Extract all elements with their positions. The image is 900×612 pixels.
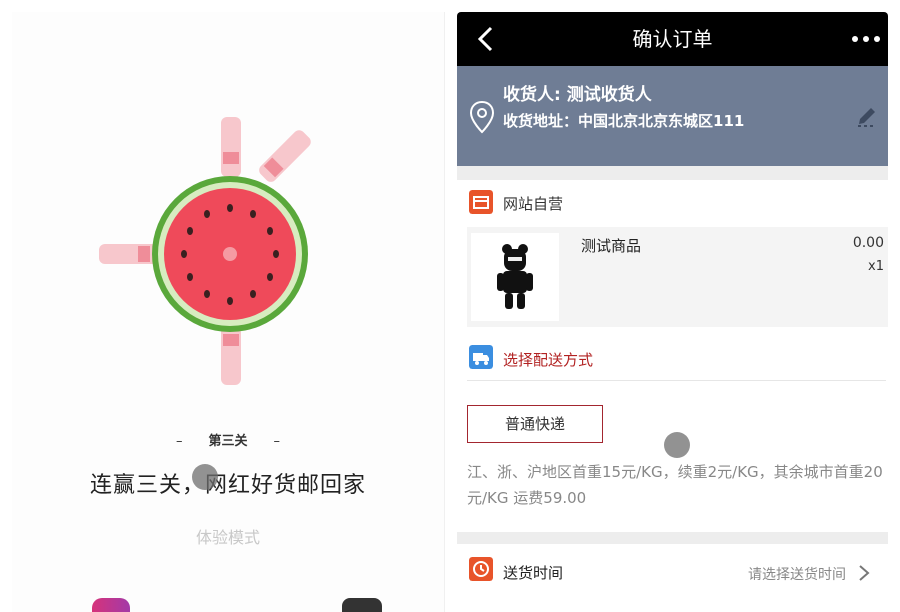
shop-icon [469,190,493,214]
shipping-method-label: 选择配送方式 [503,351,594,369]
shipping-method-row: 选择配送方式 [457,337,888,379]
pencil-icon[interactable] [854,104,880,130]
store-row: 网站自营 [457,180,888,224]
delivery-time-label: 送货时间 [503,564,564,582]
location-pin-icon [469,100,495,134]
touch-indicator [192,464,218,490]
product-item[interactable]: 测试商品 0.00 x1 [467,227,888,327]
order-confirmation-screen: 确认订单 收货人: 测试收货人 收货地址：中国北京北京东城区111 网站自营 测… [457,12,888,600]
page-title: 确认订单 [632,27,713,51]
bottle-top [221,117,241,177]
product-thumbnail [471,233,559,321]
level-label: 第三关 [208,434,248,449]
standard-express-option[interactable]: 普通快递 [467,405,603,443]
bottom-icon-right[interactable] [342,598,382,612]
product-name: 测试商品 [581,237,642,255]
truck-icon [469,345,493,369]
level-indicator: – 第三关 – [175,434,280,449]
game-slogan: 连赢三关，网红好货邮回家 [89,473,366,498]
more-dots-icon[interactable] [848,26,884,52]
melon-center [223,247,237,261]
bear-figure-image [471,233,559,321]
delivery-time-row[interactable]: 送货时间 请选择送货时间 [457,550,888,600]
clock-icon [469,557,493,581]
divider [467,380,886,381]
receiver-address: 收货地址：中国北京北京东城区111 [503,112,745,130]
bottom-icon-left[interactable] [92,598,130,612]
store-label: 网站自营 [503,195,564,213]
product-price: 0.00 [852,235,884,251]
watermelon-wheel-illustration [99,117,311,385]
chevron-right-icon [859,565,870,581]
bottle-left [99,244,159,264]
game-panel: – 第三关 – 连赢三关，网红好货邮回家 体验模式 [12,12,445,612]
section-gap [457,532,888,544]
touch-indicator [664,432,690,458]
product-quantity: x1 [868,259,884,274]
delivery-time-hint: 请选择送货时间 [748,567,846,583]
nav-bar: 确认订单 [457,12,888,66]
receiver-name: 收货人: 测试收货人 [503,85,652,105]
shipping-fee-description: 江、浙、沪地区首重15元/KG，续重2元/KG，其余城市首重20元/KG 运费5… [467,463,883,507]
bottle-bottom [221,327,241,385]
trial-mode-button[interactable]: 体验模式 [12,524,444,548]
section-gap [457,166,888,180]
address-card[interactable]: 收货人: 测试收货人 收货地址：中国北京北京东城区111 [457,66,888,166]
bottle-top-right [259,130,311,182]
